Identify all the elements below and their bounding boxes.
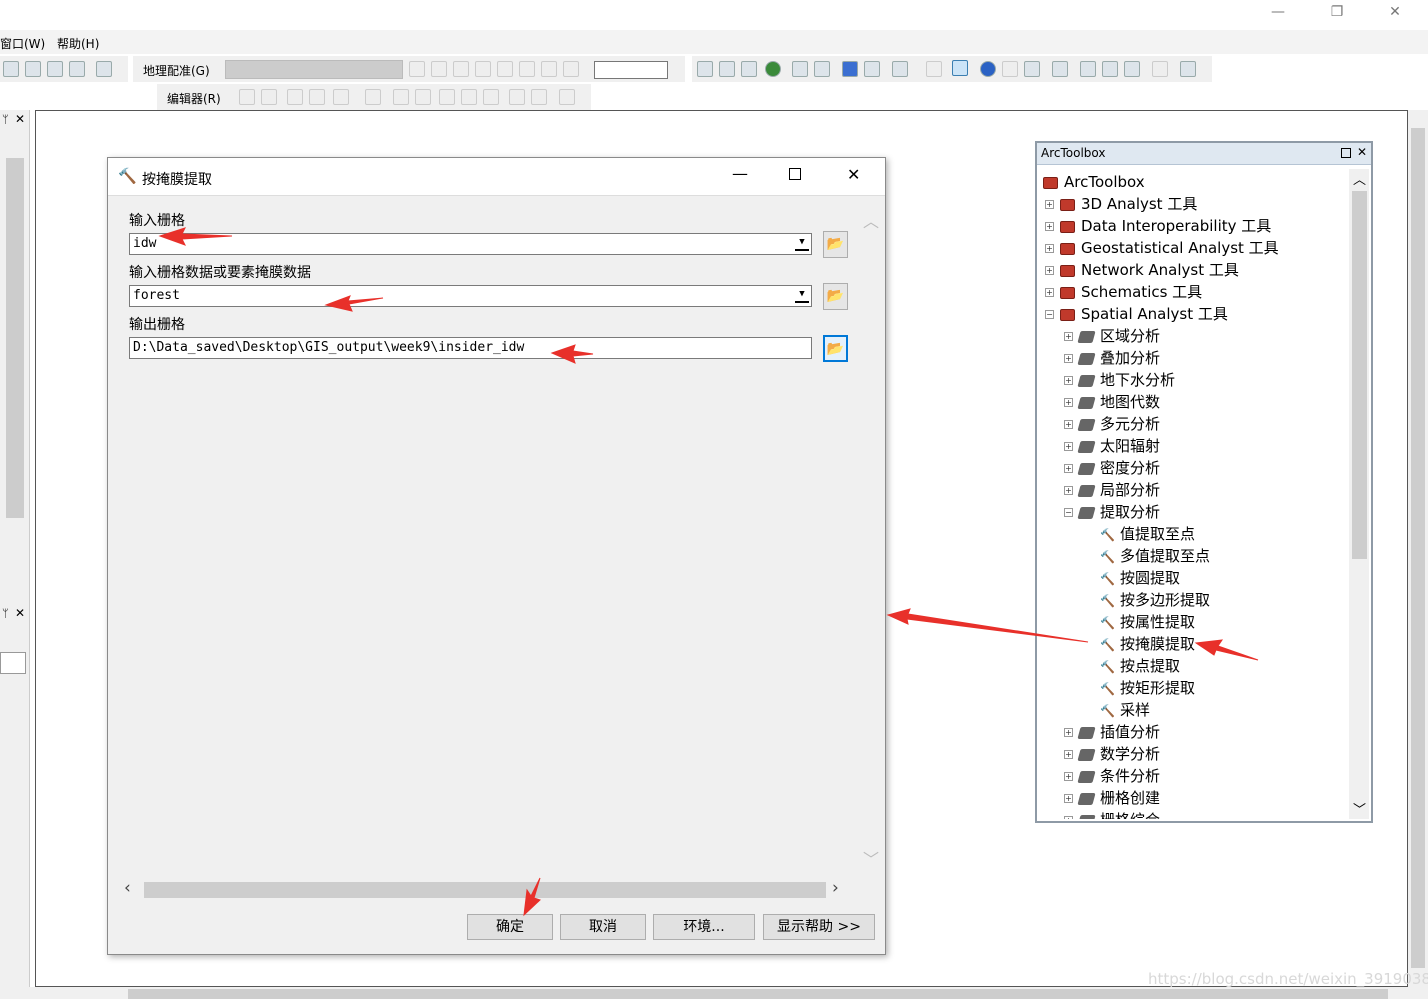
annotation-arrows bbox=[158, 227, 1259, 917]
arrow-annotation bbox=[523, 877, 541, 917]
arrow-annotation bbox=[1194, 639, 1259, 661]
arrow-annotation bbox=[550, 344, 594, 364]
arrow-annotation bbox=[886, 608, 1089, 643]
arrow-annotation bbox=[324, 295, 384, 312]
arrow-annotation bbox=[158, 227, 233, 246]
